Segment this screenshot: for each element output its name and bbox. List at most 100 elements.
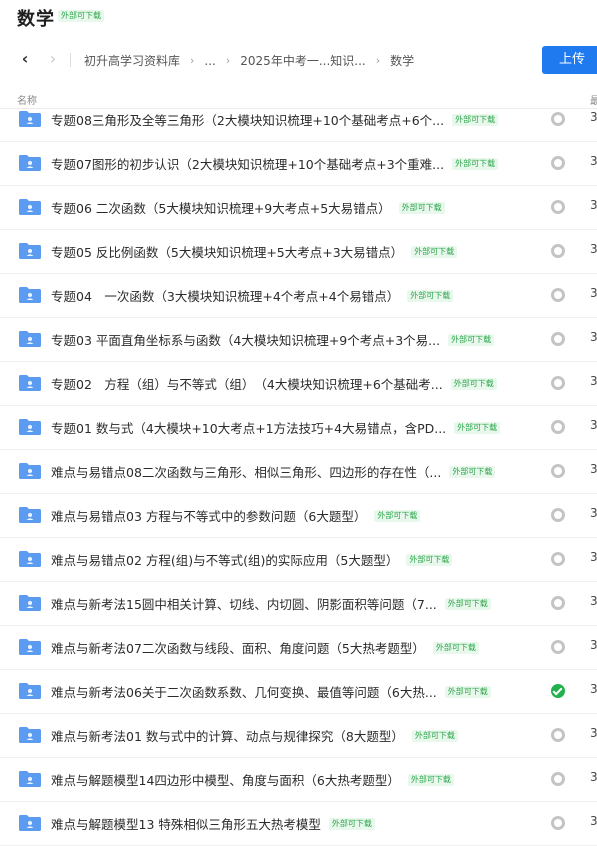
modified-date-cell: 3 [590, 638, 597, 652]
folder-name[interactable]: 专题05 反比例函数（5大模块知识梳理+5大考点+3大易错点） 外部可下载 [51, 242, 458, 261]
modified-date-cell: 3 [590, 198, 597, 212]
breadcrumb-item-ellipsis[interactable]: ... [204, 54, 215, 68]
shared-folder-icon [18, 770, 42, 788]
folder-name[interactable]: 专题04 一次函数（3大模块知识梳理+4个考点+4个易错点） 外部可下载 [51, 286, 454, 305]
modified-date-cell: 3 [590, 594, 597, 608]
page-title: 数学 [17, 9, 55, 30]
folder-name-text: 难点与新考法01 数与式中的计算、动点与规律探究（8大题型） [51, 729, 404, 744]
folder-row[interactable]: 难点与解题模型14四边形中模型、角度与面积（6大热考题型） 外部可下载 3 [0, 757, 597, 802]
folder-name[interactable]: 难点与新考法01 数与式中的计算、动点与规律探究（8大题型） 外部可下载 [51, 726, 458, 745]
sync-pending-icon [551, 596, 565, 610]
folder-row[interactable]: 难点与解题模型13 特殊相似三角形五大热考模型 外部可下载 3 [0, 801, 597, 846]
chevron-right-icon[interactable]: › [44, 50, 62, 68]
breadcrumb-item-library[interactable]: 初升高学习资料库 [84, 52, 180, 69]
folder-name-text: 难点与易错点02 方程(组)与不等式(组)的实际应用（5大题型） [51, 553, 399, 568]
folder-row[interactable]: 难点与易错点02 方程(组)与不等式(组)的实际应用（5大题型） 外部可下载 3 [0, 537, 597, 582]
external-download-badge: 外部可下载 [398, 201, 445, 214]
shared-folder-icon [18, 242, 42, 260]
folder-row[interactable]: 难点与新考法07二次函数与线段、面积、角度问题（5大热考题型） 外部可下载 3 [0, 625, 597, 670]
sync-pending-icon [551, 640, 565, 654]
sync-pending-icon [551, 156, 565, 170]
folder-name-text: 难点与易错点03 方程与不等式中的参数问题（6大题型） [51, 509, 367, 524]
shared-folder-icon [18, 286, 42, 304]
shared-folder-icon [18, 550, 42, 568]
modified-date-cell: 3 [590, 154, 597, 168]
chevron-left-icon[interactable]: ‹ [16, 50, 34, 68]
modified-date-cell: 3 [590, 110, 597, 124]
folder-name[interactable]: 难点与解题模型14四边形中模型、角度与面积（6大热考题型） 外部可下载 [51, 770, 454, 789]
shared-folder-icon [18, 638, 42, 656]
breadcrumb-bar: ‹ › 初升高学习资料库 › ... › 2025年中考一...知识... › … [0, 44, 597, 76]
folder-name[interactable]: 专题03 平面直角坐标系与函数（4大模块知识梳理+9个考点+3个易... 外部可下… [51, 330, 495, 349]
modified-date-cell: 3 [590, 242, 597, 256]
folder-row[interactable]: 难点与新考法01 数与式中的计算、动点与规律探究（8大题型） 外部可下载 3 [0, 713, 597, 758]
folder-row[interactable]: 难点与新考法15圆中相关计算、切线、内切圆、阴影面积等问题（7... 外部可下载 3 [0, 581, 597, 626]
folder-row[interactable]: 专题03 平面直角坐标系与函数（4大模块知识梳理+9个考点+3个易... 外部可下… [0, 317, 597, 362]
folder-row[interactable]: 专题06 二次函数（5大模块知识梳理+9大考点+5大易错点） 外部可下载 3 [0, 185, 597, 230]
breadcrumb-separator-icon: › [190, 54, 195, 67]
folder-row[interactable]: 难点与易错点08二次函数与三角形、相似三角形、四边形的存在性（... 外部可下载 3 [0, 449, 597, 494]
folder-name[interactable]: 难点与易错点02 方程(组)与不等式(组)的实际应用（5大题型） 外部可下载 [51, 550, 453, 569]
external-download-badge: 外部可下载 [450, 377, 497, 390]
shared-folder-icon [18, 462, 42, 480]
modified-date-cell: 3 [590, 374, 597, 388]
sync-pending-icon [551, 772, 565, 786]
external-download-badge: 外部可下载 [448, 333, 495, 346]
shared-folder-icon [18, 814, 42, 832]
sync-pending-icon [551, 332, 565, 346]
external-download-badge: 外部可下载 [452, 113, 499, 126]
folder-name[interactable]: 难点与新考法07二次函数与线段、面积、角度问题（5大热考题型） 外部可下载 [51, 638, 479, 657]
folder-row[interactable]: 专题04 一次函数（3大模块知识梳理+4个考点+4个易错点） 外部可下载 3 [0, 273, 597, 318]
folder-name[interactable]: 专题06 二次函数（5大模块知识梳理+9大考点+5大易错点） 外部可下载 [51, 198, 445, 217]
breadcrumb: 初升高学习资料库 › ... › 2025年中考一...知识... › 数学 [84, 52, 414, 69]
folder-row[interactable]: 专题08三角形及全等三角形（2大模块知识梳理+10个基础考点+6个... 外部可下… [0, 97, 597, 142]
external-download-badge: 外部可下载 [444, 685, 491, 698]
modified-date-cell: 3 [590, 682, 597, 696]
folder-row[interactable]: 难点与易错点03 方程与不等式中的参数问题（6大题型） 外部可下载 3 [0, 493, 597, 538]
folder-name[interactable]: 难点与易错点03 方程与不等式中的参数问题（6大题型） 外部可下载 [51, 506, 421, 525]
folder-name[interactable]: 难点与解题模型13 特殊相似三角形五大热考模型 外部可下载 [51, 814, 375, 833]
folder-name[interactable]: 专题01 数与式（4大模块+10大考点+1方法技巧+4大易错点，含PD... 外部… [51, 418, 501, 437]
folder-name[interactable]: 难点与易错点08二次函数与三角形、相似三角形、四边形的存在性（... 外部可下载 [51, 462, 496, 481]
modified-date-cell: 3 [590, 770, 597, 784]
folder-row[interactable]: 专题02 方程（组）与不等式（组） （4大模块知识梳理+6个基础考... 外部可下… [0, 361, 597, 406]
folder-name[interactable]: 难点与新考法15圆中相关计算、切线、内切圆、阴影面积等问题（7... 外部可下载 [51, 594, 491, 613]
external-download-badge: 外部可下载 [58, 10, 104, 22]
folder-name[interactable]: 专题02 方程（组）与不等式（组） （4大模块知识梳理+6个基础考... 外部可下… [51, 374, 497, 393]
folder-row[interactable]: 专题01 数与式（4大模块+10大考点+1方法技巧+4大易错点，含PD... 外部… [0, 405, 597, 450]
breadcrumb-item-2025[interactable]: 2025年中考一...知识... [240, 52, 365, 69]
page-header: 数学 外部可下载 [0, 0, 597, 36]
sync-pending-icon [551, 508, 565, 522]
folder-name[interactable]: 难点与新考法06关于二次函数系数、几何变换、最值等问题（6大热... 外部可下载 [51, 682, 491, 701]
folder-name[interactable]: 专题07图形的初步认识（2大模块知识梳理+10个基础考点+3个重难... 外部可下… [51, 154, 499, 173]
folder-row[interactable]: 专题05 反比例函数（5大模块知识梳理+5大考点+3大易错点） 外部可下载 3 [0, 229, 597, 274]
modified-date-cell: 3 [590, 462, 597, 476]
breadcrumb-separator-icon: › [375, 54, 381, 67]
external-download-badge: 外部可下载 [444, 597, 491, 610]
external-download-badge: 外部可下载 [328, 817, 375, 830]
external-download-badge: 外部可下载 [407, 289, 454, 302]
sync-pending-icon [551, 420, 565, 434]
folder-name[interactable]: 专题08三角形及全等三角形（2大模块知识梳理+10个基础考点+6个... 外部可下… [51, 110, 499, 129]
folder-name-text: 专题04 一次函数（3大模块知识梳理+4个考点+4个易错点） [51, 289, 400, 304]
shared-folder-icon [18, 726, 42, 744]
external-download-badge: 外部可下载 [454, 421, 501, 434]
sync-pending-icon [551, 728, 565, 742]
folder-row[interactable]: 专题07图形的初步认识（2大模块知识梳理+10个基础考点+3个重难... 外部可下… [0, 141, 597, 186]
modified-date-cell: 3 [590, 330, 597, 344]
shared-folder-icon [18, 506, 42, 524]
modified-date-cell: 3 [590, 814, 597, 828]
upload-button[interactable]: 上传 [542, 46, 597, 74]
external-download-badge: 外部可下载 [452, 157, 499, 170]
sync-pending-icon [551, 112, 565, 126]
shared-folder-icon [18, 374, 42, 392]
sync-complete-icon [551, 684, 565, 698]
shared-folder-icon [18, 198, 42, 216]
folder-row[interactable]: 难点与新考法06关于二次函数系数、几何变换、最值等问题（6大热... 外部可下载 3 [0, 669, 597, 714]
shared-folder-icon [18, 110, 42, 128]
folder-name-text: 专题05 反比例函数（5大模块知识梳理+5大考点+3大易错点） [51, 245, 404, 260]
modified-date-cell: 3 [590, 550, 597, 564]
breadcrumb-separator-icon: › [225, 54, 231, 67]
folder-name-text: 专题07图形的初步认识（2大模块知识梳理+10个基础考点+3个重难... [51, 157, 445, 172]
shared-folder-icon [18, 330, 42, 348]
